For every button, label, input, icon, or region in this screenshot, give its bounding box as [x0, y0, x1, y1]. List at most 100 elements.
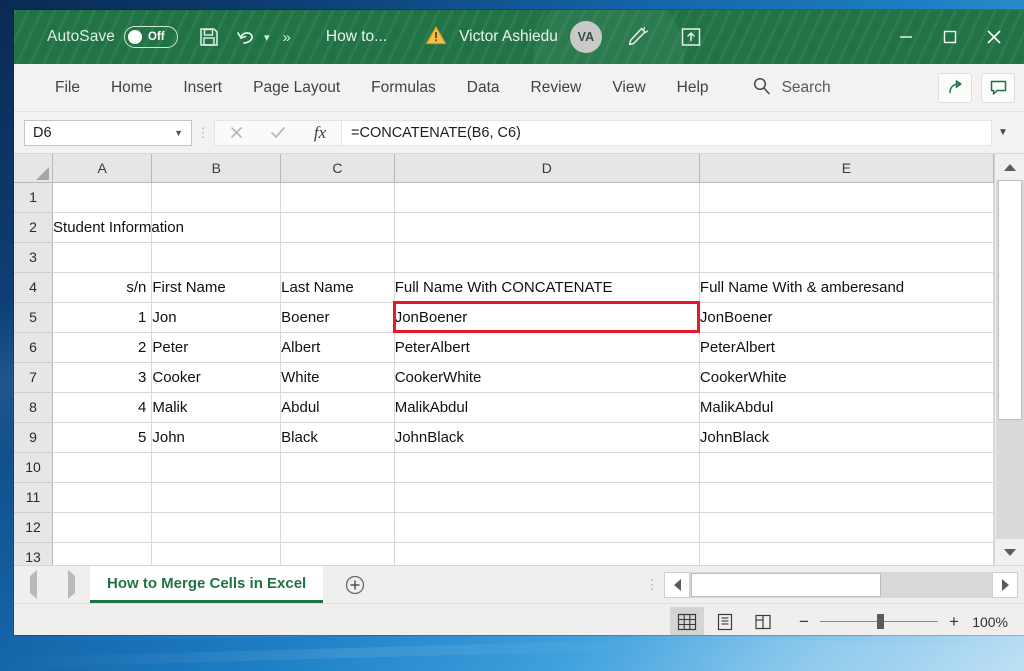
cell-B5[interactable]: Jon: [152, 302, 281, 332]
horizontal-scrollbar[interactable]: [664, 566, 1024, 603]
ribbon-tab-formulas[interactable]: Formulas: [358, 73, 449, 103]
cell-D11[interactable]: [394, 482, 699, 512]
quick-access-more-icon[interactable]: »: [283, 29, 290, 46]
scroll-left-arrow-icon[interactable]: [664, 572, 690, 598]
cell-C13[interactable]: [281, 542, 395, 565]
row-header-1[interactable]: 1: [14, 182, 53, 212]
cell-E11[interactable]: [699, 482, 993, 512]
select-all-corner[interactable]: [14, 154, 53, 182]
cell-E5[interactable]: JonBoener: [699, 302, 993, 332]
cell-D5[interactable]: JonBoener: [394, 302, 699, 332]
scroll-up-arrow-icon[interactable]: [996, 154, 1024, 180]
zoom-slider-thumb[interactable]: [877, 614, 884, 629]
cell-A5[interactable]: 1: [53, 302, 152, 332]
undo-dropdown-chevron-down-icon[interactable]: ▾: [264, 31, 270, 44]
cell-D7[interactable]: CookerWhite: [394, 362, 699, 392]
cell-A11[interactable]: [53, 482, 152, 512]
ribbon-tab-insert[interactable]: Insert: [170, 73, 235, 103]
column-header-b[interactable]: B: [152, 154, 281, 182]
cell-C5[interactable]: Boener: [281, 302, 395, 332]
cell-D8[interactable]: MalikAbdul: [394, 392, 699, 422]
pen-icon[interactable]: [622, 22, 652, 52]
row-header-2[interactable]: 2: [14, 212, 53, 242]
cancel-icon[interactable]: [215, 121, 257, 145]
row-header-12[interactable]: 12: [14, 512, 53, 542]
row-header-11[interactable]: 11: [14, 482, 53, 512]
avatar[interactable]: VA: [570, 21, 602, 53]
vertical-scrollbar[interactable]: [994, 154, 1024, 565]
cell-B6[interactable]: Peter: [152, 332, 281, 362]
cell-D2[interactable]: [394, 212, 699, 242]
maximize-button[interactable]: [928, 10, 972, 64]
name-box-chevron-down-icon[interactable]: ▼: [174, 128, 183, 138]
cell-B9[interactable]: John: [152, 422, 281, 452]
cell-D12[interactable]: [394, 512, 699, 542]
cell-A6[interactable]: 2: [53, 332, 152, 362]
ribbon-tab-file[interactable]: File: [42, 73, 93, 103]
horizontal-scroll-track[interactable]: [690, 572, 992, 598]
cell-A12[interactable]: [53, 512, 152, 542]
save-icon[interactable]: [194, 22, 224, 52]
cell-C12[interactable]: [281, 512, 395, 542]
cell-C4[interactable]: Last Name: [281, 272, 395, 302]
column-header-c[interactable]: C: [281, 154, 395, 182]
column-header-d[interactable]: D: [394, 154, 699, 182]
cell-C2[interactable]: [281, 212, 395, 242]
share-icon[interactable]: [938, 73, 972, 103]
cell-E13[interactable]: [699, 542, 993, 565]
row-header-13[interactable]: 13: [14, 542, 53, 565]
minimize-button[interactable]: [884, 10, 928, 64]
cell-A10[interactable]: [53, 452, 152, 482]
cell-C11[interactable]: [281, 482, 395, 512]
page-break-preview-icon[interactable]: [746, 607, 780, 636]
cell-C7[interactable]: White: [281, 362, 395, 392]
cell-B3[interactable]: [152, 242, 281, 272]
cell-A7[interactable]: 3: [53, 362, 152, 392]
column-header-a[interactable]: A: [53, 154, 152, 182]
insert-function-icon[interactable]: fx: [299, 121, 341, 145]
row-header-6[interactable]: 6: [14, 332, 53, 362]
expand-formula-bar-chevron-down-icon[interactable]: ▼: [992, 127, 1014, 138]
undo-icon[interactable]: [232, 22, 262, 52]
cell-B1[interactable]: [152, 182, 281, 212]
warning-icon[interactable]: [425, 25, 447, 50]
row-header-7[interactable]: 7: [14, 362, 53, 392]
row-header-9[interactable]: 9: [14, 422, 53, 452]
cell-D13[interactable]: [394, 542, 699, 565]
row-header-4[interactable]: 4: [14, 272, 53, 302]
formula-input[interactable]: =CONCATENATE(B6, C6): [342, 120, 992, 146]
row-header-8[interactable]: 8: [14, 392, 53, 422]
cell-B8[interactable]: Malik: [152, 392, 281, 422]
autosave-toggle[interactable]: Off: [124, 26, 178, 48]
cell-D4[interactable]: Full Name With CONCATENATE: [394, 272, 699, 302]
row-header-5[interactable]: 5: [14, 302, 53, 332]
cell-A13[interactable]: [53, 542, 152, 565]
ribbon-tab-view[interactable]: View: [599, 73, 658, 103]
previous-sheet-icon[interactable]: [26, 572, 41, 598]
cell-B13[interactable]: [152, 542, 281, 565]
cell-A4[interactable]: s/n: [53, 272, 152, 302]
enter-checkmark-icon[interactable]: [257, 121, 299, 145]
comments-icon[interactable]: [981, 73, 1015, 103]
horizontal-scroll-thumb[interactable]: [691, 573, 881, 597]
cell-A8[interactable]: 4: [53, 392, 152, 422]
cell-E10[interactable]: [699, 452, 993, 482]
cell-B11[interactable]: [152, 482, 281, 512]
cell-E8[interactable]: MalikAbdul: [699, 392, 993, 422]
cell-A2[interactable]: Student Information: [53, 212, 152, 242]
search-box[interactable]: Search: [752, 76, 831, 100]
cell-C6[interactable]: Albert: [281, 332, 395, 362]
name-box[interactable]: D6 ▼: [24, 120, 192, 146]
cell-E3[interactable]: [699, 242, 993, 272]
sheet-tab-active[interactable]: How to Merge Cells in Excel: [90, 566, 323, 603]
user-name-label[interactable]: Victor Ashiedu: [459, 28, 558, 46]
cell-E9[interactable]: JohnBlack: [699, 422, 993, 452]
zoom-out-button[interactable]: −: [794, 612, 814, 632]
vertical-scroll-track[interactable]: [996, 180, 1024, 539]
cell-E7[interactable]: CookerWhite: [699, 362, 993, 392]
cell-D1[interactable]: [394, 182, 699, 212]
cell-A1[interactable]: [53, 182, 152, 212]
cell-E12[interactable]: [699, 512, 993, 542]
cell-C8[interactable]: Abdul: [281, 392, 395, 422]
close-button[interactable]: [972, 10, 1016, 64]
